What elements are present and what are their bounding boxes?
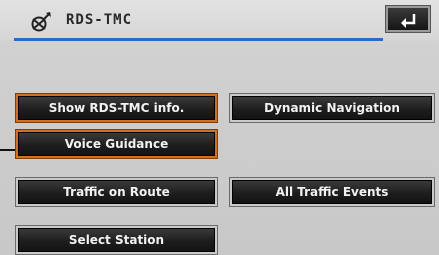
- header-bar: RDS-TMC: [0, 0, 439, 41]
- callout-pointer-line: [0, 149, 15, 151]
- show-rds-tmc-info-button[interactable]: Show RDS-TMC info.: [16, 94, 217, 122]
- all-traffic-events-label: All Traffic Events: [275, 185, 389, 199]
- all-traffic-events-button[interactable]: All Traffic Events: [230, 178, 434, 206]
- back-button[interactable]: [386, 6, 430, 32]
- header-divider: [14, 38, 383, 41]
- select-station-button[interactable]: Select Station: [16, 226, 217, 254]
- page-title: RDS-TMC: [66, 12, 133, 28]
- rds-tmc-screen: RDS-TMC Show RDS-TMC info. Dynamic Navig…: [0, 0, 439, 255]
- voice-guidance-button[interactable]: Voice Guidance: [16, 130, 217, 158]
- dynamic-navigation-button[interactable]: Dynamic Navigation: [230, 94, 434, 122]
- satellite-dish-icon: [30, 11, 52, 33]
- dynamic-navigation-label: Dynamic Navigation: [264, 101, 400, 115]
- traffic-on-route-label: Traffic on Route: [63, 185, 170, 199]
- traffic-on-route-button[interactable]: Traffic on Route: [16, 178, 217, 206]
- return-arrow-icon: [401, 14, 416, 28]
- show-rds-tmc-info-label: Show RDS-TMC info.: [48, 101, 185, 115]
- voice-guidance-label: Voice Guidance: [64, 137, 169, 151]
- select-station-label: Select Station: [68, 233, 165, 247]
